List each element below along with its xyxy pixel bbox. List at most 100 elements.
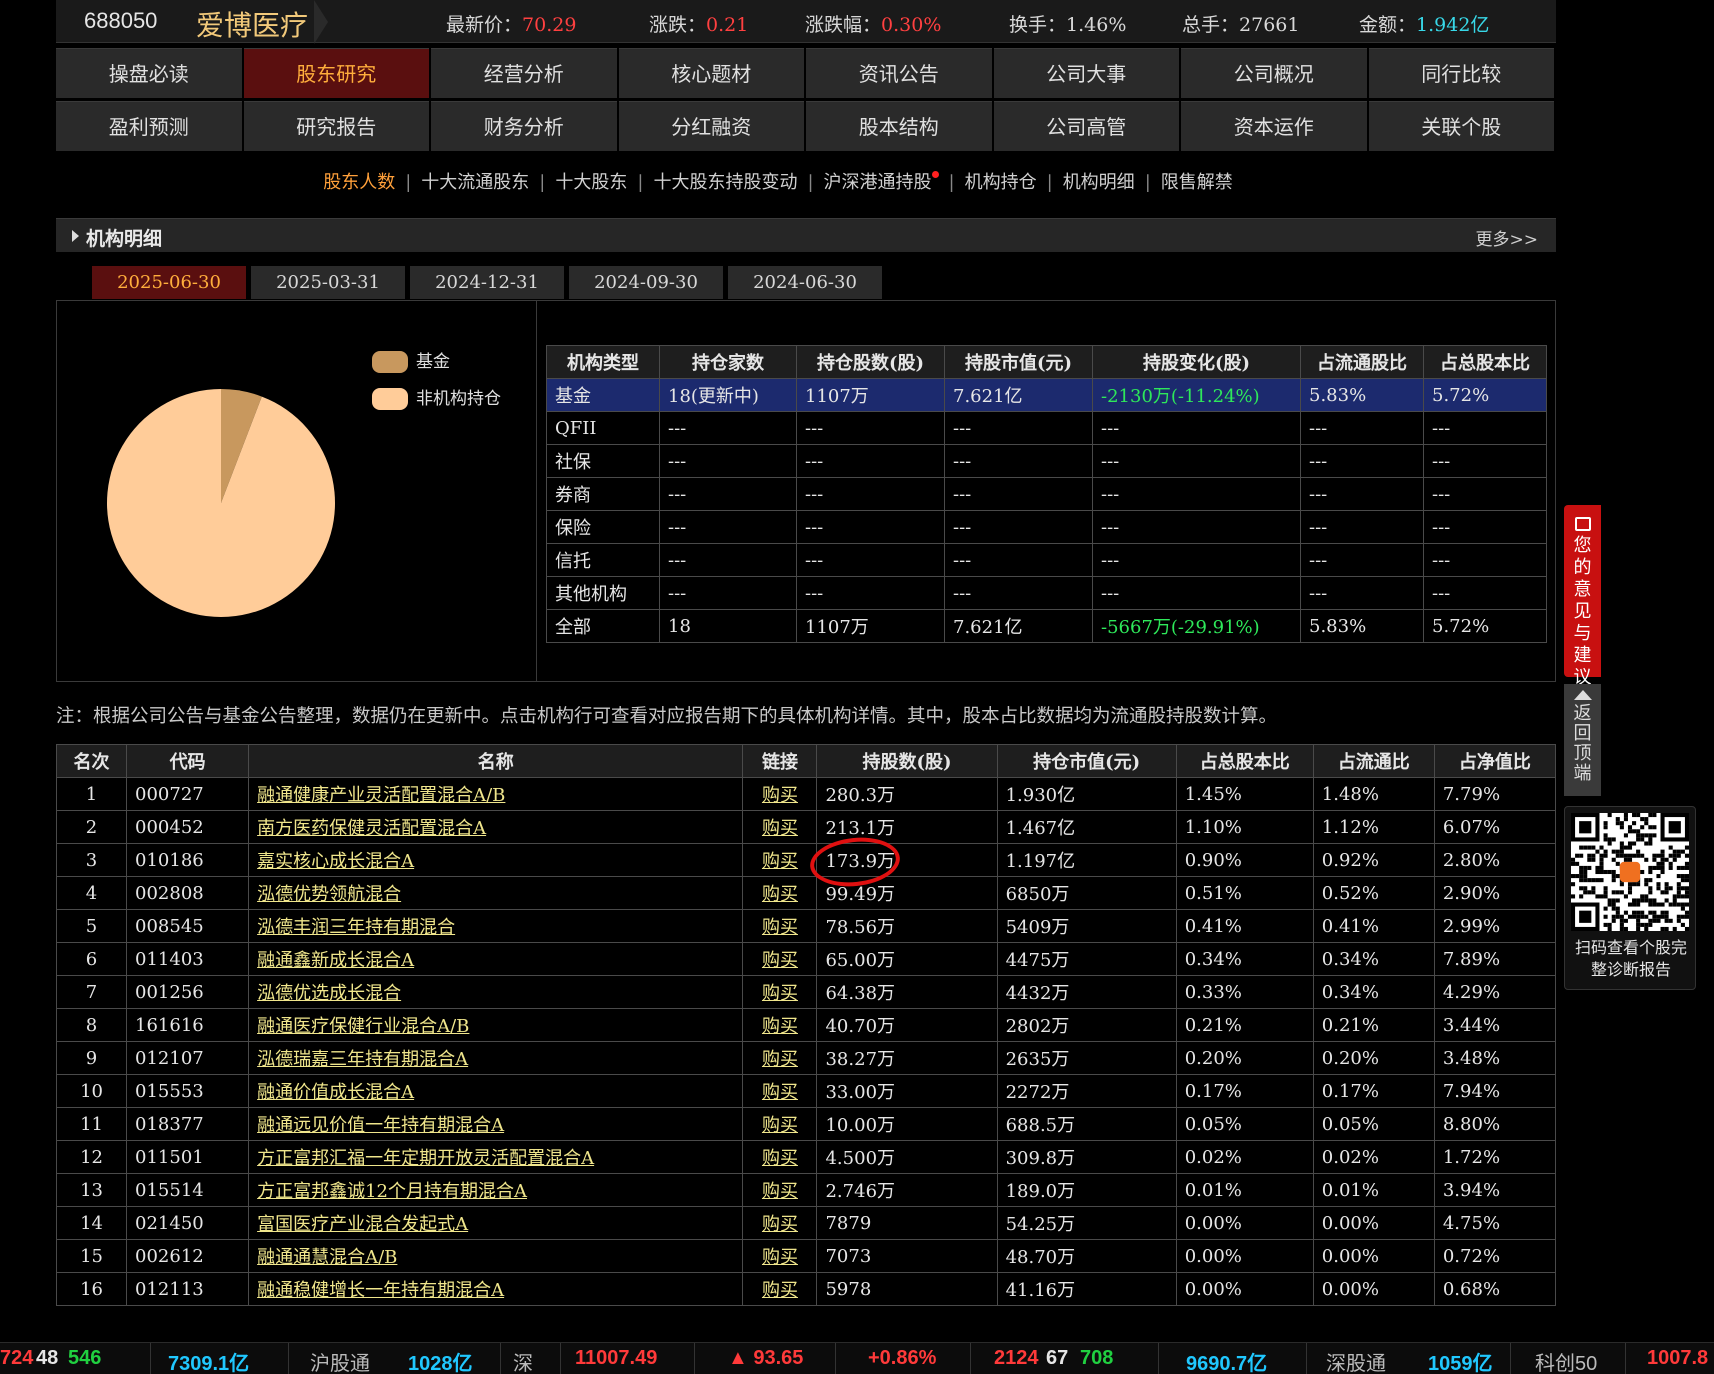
date-tab[interactable]: 2024-09-30 — [569, 266, 723, 299]
summary-row[interactable]: QFII --- --- --- --- --- --- — [546, 411, 1547, 445]
summary-row[interactable]: 其他机构 --- --- --- --- --- --- — [546, 576, 1547, 610]
fund-name-link[interactable]: 富国医疗产业混合发起式A — [257, 1214, 468, 1235]
link-cell: 购买 — [742, 942, 818, 976]
nav-row-1: 操盘必读 股东研究 经营分析 核心题材 资讯公告 公司大事 公司概况 同行比较 — [56, 48, 1556, 98]
pie-slice-non-institution[interactable] — [106, 389, 335, 617]
fund-name-link[interactable]: 融通远见价值一年持有期混合A — [257, 1115, 504, 1136]
nav-item[interactable]: 资本运作 — [1181, 101, 1367, 151]
nav-item[interactable]: 关联个股 — [1368, 101, 1554, 151]
subnav-item[interactable]: 机构明细 — [1063, 168, 1135, 194]
fund-name-link[interactable]: 南方医药保健灵活配置混合A — [257, 818, 486, 839]
more-link[interactable]: 更多>> — [1476, 225, 1539, 250]
nav-item[interactable]: 同行比较 — [1368, 48, 1554, 98]
buy-link[interactable]: 购买 — [762, 1280, 798, 1301]
fund-name-link[interactable]: 泓德瑞嘉三年持有期混合A — [257, 1049, 468, 1070]
data-cell: 2.90% — [1433, 876, 1557, 910]
nav-item[interactable]: 财务分析 — [431, 101, 617, 151]
fund-name-link[interactable]: 融通鑫新成长混合A — [257, 950, 414, 971]
chat-icon — [1574, 517, 1591, 531]
fund-name-link[interactable]: 方正富邦鑫诚12个月持有期混合A — [257, 1181, 527, 1202]
buy-link[interactable]: 购买 — [762, 1082, 798, 1103]
summary-row[interactable]: 基金 18(更新中) 1107万 7.621亿 -2130万(-11.24%) 5.83%… — [546, 378, 1547, 412]
subnav-item[interactable]: 十大股东 — [555, 168, 627, 194]
subnav-item[interactable]: 机构持仓 — [965, 168, 1037, 194]
nav-item-active[interactable]: 股东研究 — [243, 48, 429, 98]
fund-name-link[interactable]: 融通价值成长混合A — [257, 1082, 414, 1103]
buy-link[interactable]: 购买 — [762, 983, 798, 1004]
buy-link[interactable]: 购买 — [762, 1247, 798, 1268]
link-cell: 购买 — [742, 1041, 818, 1075]
nav-item[interactable]: 公司大事 — [993, 48, 1179, 98]
summary-cell: --- — [1300, 543, 1424, 577]
buy-link[interactable]: 购买 — [762, 1181, 798, 1202]
data-cell: 38.27万 — [816, 1041, 998, 1075]
data-cell: 0.20% — [1175, 1041, 1314, 1075]
data-cell: 1.467亿 — [996, 810, 1177, 844]
subnav-item[interactable]: 沪深港通持股 — [824, 168, 932, 194]
nav-item[interactable]: 资讯公告 — [806, 48, 992, 98]
data-cell: 0.00% — [1175, 1272, 1314, 1306]
feedback-button[interactable]: 您的意见与建议 — [1564, 505, 1601, 688]
summary-row[interactable]: 保险 --- --- --- --- --- --- — [546, 510, 1547, 544]
subnav-item[interactable]: 十大股东持股变动 — [653, 168, 797, 194]
buy-link[interactable]: 购买 — [762, 884, 798, 905]
buy-link[interactable]: 购买 — [762, 950, 798, 971]
qr-code-icon[interactable] — [1571, 813, 1689, 931]
summary-cell: 信托 — [546, 543, 660, 577]
summary-cell: --- — [1300, 411, 1424, 445]
rank-cell: 3 — [55, 843, 128, 877]
summary-row[interactable]: 信托 --- --- --- --- --- --- — [546, 543, 1547, 577]
fund-name-link[interactable]: 融通稳健增长一年持有期混合A — [257, 1280, 504, 1301]
buy-link[interactable]: 购买 — [762, 1214, 798, 1235]
nav-item[interactable]: 分红融资 — [618, 101, 804, 151]
summary-panel: 基金 非机构持仓 机构类型 持仓家数 持仓股数(股) 持股市值(元) 持股变化(… — [56, 300, 1556, 682]
nav-item[interactable]: 操盘必读 — [56, 48, 242, 98]
date-tab-active[interactable]: 2025-06-30 — [92, 266, 246, 299]
summary-row[interactable]: 券商 --- --- --- --- --- --- — [546, 477, 1547, 511]
buy-link[interactable]: 购买 — [762, 1016, 798, 1037]
fund-name-link[interactable]: 泓德优势领航混合 — [257, 884, 401, 905]
fund-name-link[interactable]: 嘉实核心成长混合A — [257, 851, 414, 872]
sub-nav: 股东人数 | 十大流通股东 | 十大股东 | 十大股东持股变动 | 沪深港通持股 | 机构持仓 | 机构… — [0, 168, 1556, 194]
fund-name-cell: 方正富邦汇福一年定期开放灵活配置混合A — [248, 1140, 744, 1174]
summary-cell: 5.72% — [1423, 609, 1547, 643]
date-tab[interactable]: 2024-06-30 — [728, 266, 882, 299]
fund-name-link[interactable]: 方正富邦汇福一年定期开放灵活配置混合A — [257, 1148, 594, 1169]
buy-link[interactable]: 购买 — [762, 818, 798, 839]
subnav-item[interactable]: 限售解禁 — [1161, 168, 1233, 194]
summary-cell: 18(更新中) — [659, 378, 797, 412]
nav-item[interactable]: 股本结构 — [806, 101, 992, 151]
data-cell: 2635万 — [996, 1041, 1177, 1075]
nav-item[interactable]: 经营分析 — [431, 48, 617, 98]
nav-item[interactable]: 盈利预测 — [56, 101, 242, 151]
summary-row[interactable]: 社保 --- --- --- --- --- --- — [546, 444, 1547, 478]
fund-name-link[interactable]: 融通健康产业灵活配置混合A/B — [257, 785, 505, 806]
summary-row[interactable]: 全部 18 1107万 7.621亿 -5667万(-29.91%) 5.83% 5.72% — [546, 609, 1547, 643]
date-tab[interactable]: 2024-12-31 — [410, 266, 564, 299]
buy-link[interactable]: 购买 — [762, 1148, 798, 1169]
buy-link[interactable]: 购买 — [762, 785, 798, 806]
nav-item[interactable]: 核心题材 — [618, 48, 804, 98]
back-to-top-button[interactable]: 返回顶端 — [1564, 684, 1601, 796]
nav-item[interactable]: 公司高管 — [993, 101, 1179, 151]
nav-item[interactable]: 研究报告 — [243, 101, 429, 151]
subnav-item-active[interactable]: 股东人数 — [323, 168, 395, 194]
buy-link[interactable]: 购买 — [762, 917, 798, 938]
summary-cell: --- — [1423, 576, 1547, 610]
ticker-divider — [835, 1343, 836, 1374]
data-cell: 309.8万 — [996, 1140, 1177, 1174]
summary-cell: --- — [1300, 444, 1424, 478]
date-tab[interactable]: 2025-03-31 — [251, 266, 405, 299]
buy-link[interactable]: 购买 — [762, 1115, 798, 1136]
fund-name-link[interactable]: 融通医疗保健行业混合A/B — [257, 1016, 469, 1037]
nav-item[interactable]: 公司概况 — [1181, 48, 1367, 98]
summary-cell: -5667万(-29.91%) — [1092, 609, 1301, 643]
link-cell: 购买 — [742, 1074, 818, 1108]
subnav-item[interactable]: 十大流通股东 — [421, 168, 529, 194]
fund-name-link[interactable]: 泓德丰润三年持有期混合 — [257, 917, 455, 938]
fund-name-link[interactable]: 泓德优选成长混合 — [257, 983, 401, 1004]
fund-name-cell: 融通通慧混合A/B — [248, 1239, 744, 1273]
buy-link[interactable]: 购买 — [762, 1049, 798, 1070]
fund-name-link[interactable]: 融通通慧混合A/B — [257, 1247, 397, 1268]
buy-link[interactable]: 购买 — [762, 851, 798, 872]
